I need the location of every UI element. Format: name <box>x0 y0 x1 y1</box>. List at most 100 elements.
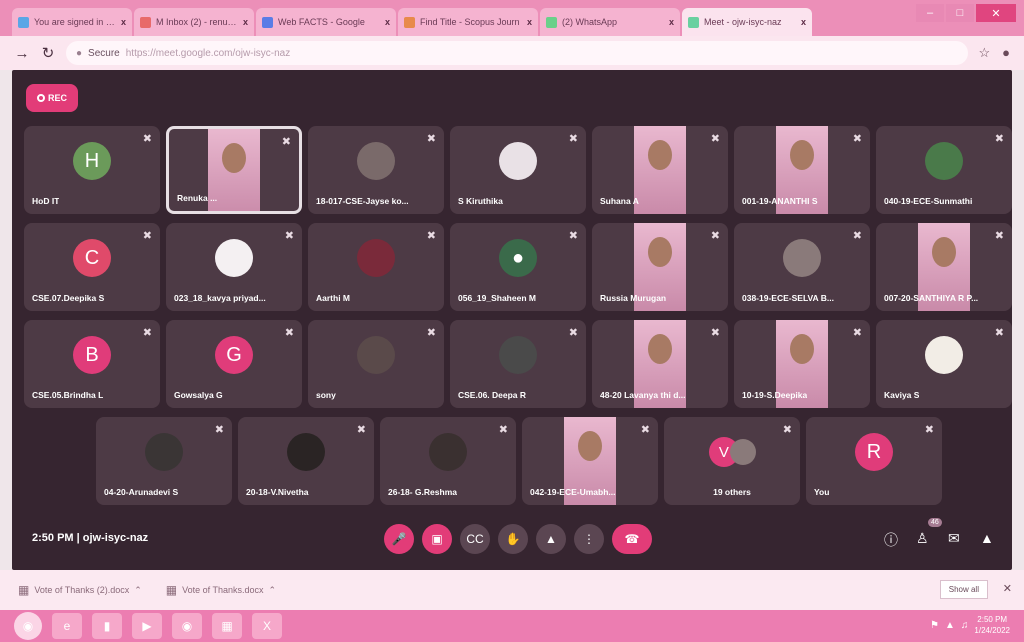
tab-title: Meet - ojw-isyc-naz <box>704 17 782 27</box>
mic-muted-icon: ✖ <box>994 133 1004 145</box>
info-icon[interactable]: ⓘ <box>884 530 898 550</box>
tab-close-icon[interactable]: x <box>669 17 674 27</box>
participant-tile[interactable]: ✖ 023_18_kavya priyad... <box>166 223 302 311</box>
tab-close-icon[interactable]: x <box>801 17 806 27</box>
tab-web-facts[interactable]: Web FACTS - Google x <box>256 8 396 36</box>
participant-tile[interactable]: ✖ S Kiruthika <box>450 126 586 214</box>
mic-muted-icon: ✖ <box>214 424 224 436</box>
participant-avatar <box>925 336 963 375</box>
taskbar-chrome[interactable]: ◉ <box>172 613 202 639</box>
participant-tile[interactable]: ✖ B CSE.05.Brindha L <box>24 320 160 408</box>
mic-toggle-button[interactable]: 🎤 <box>384 524 414 554</box>
download-item[interactable]: ▦ Vote of Thanks.docx ⌃ <box>166 583 276 597</box>
captions-button[interactable]: CC <box>460 524 490 554</box>
start-button[interactable]: ◉ <box>14 612 42 640</box>
participant-tile[interactable]: ✖ G Gowsalya G <box>166 320 302 408</box>
participant-tile[interactable]: ✖ 48-20 Lavanya thi d... <box>592 320 728 408</box>
minimize-button[interactable]: – <box>916 4 944 22</box>
tab-signed-in[interactable]: You are signed in as nes x <box>12 8 132 36</box>
participant-tile[interactable]: ✖ 007-20-SANTHIYA R P... <box>876 223 1012 311</box>
close-shelf-icon[interactable]: ✕ <box>1003 582 1012 595</box>
taskbar-excel[interactable]: X <box>252 613 282 639</box>
tab-title: M Inbox (2) - renukadevi@ms <box>156 17 237 27</box>
leave-call-button[interactable]: ☎ <box>612 524 652 554</box>
mic-muted-icon: ✖ <box>281 136 291 148</box>
whatsapp-icon <box>546 16 557 28</box>
lock-icon: ● <box>76 47 83 59</box>
participant-tile[interactable]: ✖ Kaviya S <box>876 320 1012 408</box>
download-item[interactable]: ▦ Vote of Thanks (2).docx ⌃ <box>18 583 142 597</box>
participant-tile[interactable]: ✖ CSE.06. Deepa R <box>450 320 586 408</box>
mic-muted-icon: ✖ <box>356 424 366 436</box>
url-field[interactable]: ● Secure https://meet.google.com/ojw-isy… <box>66 41 969 65</box>
network-icon[interactable]: ▲ <box>945 620 955 631</box>
tab-close-icon[interactable]: x <box>243 17 248 27</box>
people-icon[interactable]: ♙ <box>916 530 929 547</box>
participant-tile[interactable]: ✖ Russia Murugan <box>592 223 728 311</box>
chevron-up-icon[interactable]: ⌃ <box>269 585 277 596</box>
participant-name: Renuka ... <box>177 193 218 203</box>
participant-tile[interactable]: ✖ sony <box>308 320 444 408</box>
participant-tile[interactable]: ✖ 26-18- G.Reshma <box>380 417 516 505</box>
word-doc-icon: ▦ <box>165 583 178 597</box>
participant-tile[interactable]: ✖ 18-017-CSE-Jayse ko... <box>308 126 444 214</box>
participant-tile[interactable]: ✖ Aarthi M <box>308 223 444 311</box>
participant-tile[interactable]: ✖ 10-19-S.Deepika <box>734 320 870 408</box>
more-options-button[interactable]: ⋮ <box>574 524 604 554</box>
participant-tile[interactable]: ✖ 20-18-V.Nivetha <box>238 417 374 505</box>
tab-title: (2) WhatsApp <box>562 17 618 27</box>
back-arrow-icon[interactable]: → <box>14 45 30 62</box>
participant-tile[interactable]: ✖ Renuka ... <box>166 126 302 214</box>
volume-icon[interactable]: ♫ <box>961 620 969 631</box>
chat-icon[interactable]: ✉ <box>948 530 960 547</box>
face-shape <box>648 334 672 364</box>
participant-tile[interactable]: ✖ ● 056_19_Shaheen M <box>450 223 586 311</box>
participant-tile[interactable]: ✖ 04-20-Arunadevi S <box>96 417 232 505</box>
participant-tile[interactable]: ✖ 001-19-ANANTHI S <box>734 126 870 214</box>
maximize-button[interactable]: □ <box>946 4 974 22</box>
raise-hand-button[interactable]: ✋ <box>498 524 528 554</box>
participant-tile[interactable]: ✖ V 19 others <box>664 417 800 505</box>
show-all-button[interactable]: Show all <box>939 580 988 599</box>
participant-tile[interactable]: ✖ R You <box>806 417 942 505</box>
tab-whatsapp[interactable]: (2) WhatsApp x <box>540 8 680 36</box>
participant-avatar <box>357 239 395 278</box>
hand-icon: ✋ <box>505 532 521 546</box>
participant-tile[interactable]: ✖ 040-19-ECE-Sunmathi <box>876 126 1012 214</box>
activities-icon[interactable]: ▲ <box>980 530 994 546</box>
participant-avatar <box>499 336 537 375</box>
star-icon[interactable]: ☆ <box>978 45 990 61</box>
person-icon: ● <box>499 239 537 278</box>
participant-tile[interactable]: ✖ H HoD IT <box>24 126 160 214</box>
taskbar-ie[interactable]: e <box>52 613 82 639</box>
participant-name: Suhana A <box>600 196 639 206</box>
participant-tile[interactable]: ✖ 042-19-ECE-Umabh... <box>522 417 658 505</box>
participant-name: 20-18-V.Nivetha <box>246 487 309 497</box>
tab-close-icon[interactable]: x <box>121 17 126 27</box>
tab-meet[interactable]: Meet - ojw-isyc-naz x <box>682 8 812 36</box>
participant-name: HoD IT <box>32 196 60 206</box>
participant-avatar: C <box>73 239 111 278</box>
taskbar-explorer[interactable]: ▮ <box>92 613 122 639</box>
present-icon: ▲ <box>545 532 557 546</box>
participant-avatar: R <box>855 433 893 472</box>
taskbar-app[interactable]: ▦ <box>212 613 242 639</box>
present-button[interactable]: ▲ <box>536 524 566 554</box>
tab-scopus[interactable]: Find Title - Scopus Journ x <box>398 8 538 36</box>
participant-tile[interactable]: ✖ Suhana A <box>592 126 728 214</box>
participant-avatar <box>925 142 963 181</box>
menu-icon[interactable]: ● <box>1002 45 1010 61</box>
flag-icon[interactable]: ⚑ <box>930 620 939 631</box>
participant-video <box>634 126 686 214</box>
participant-tile[interactable]: ✖ C CSE.07.Deepika S <box>24 223 160 311</box>
tab-close-icon[interactable]: x <box>527 17 532 27</box>
reload-icon[interactable]: ↻ <box>40 44 56 62</box>
participant-tile[interactable]: ✖ 038-19-ECE-SELVA B... <box>734 223 870 311</box>
taskbar-media[interactable]: ▶ <box>132 613 162 639</box>
chevron-up-icon[interactable]: ⌃ <box>134 585 142 596</box>
close-window-button[interactable]: ✕ <box>976 4 1016 22</box>
taskbar-clock[interactable]: 2:50 PM 1/24/2022 <box>974 614 1010 636</box>
tab-inbox[interactable]: M Inbox (2) - renukadevi@ms x <box>134 8 254 36</box>
tab-close-icon[interactable]: x <box>385 17 390 27</box>
camera-toggle-button[interactable]: ▣ <box>422 524 452 554</box>
